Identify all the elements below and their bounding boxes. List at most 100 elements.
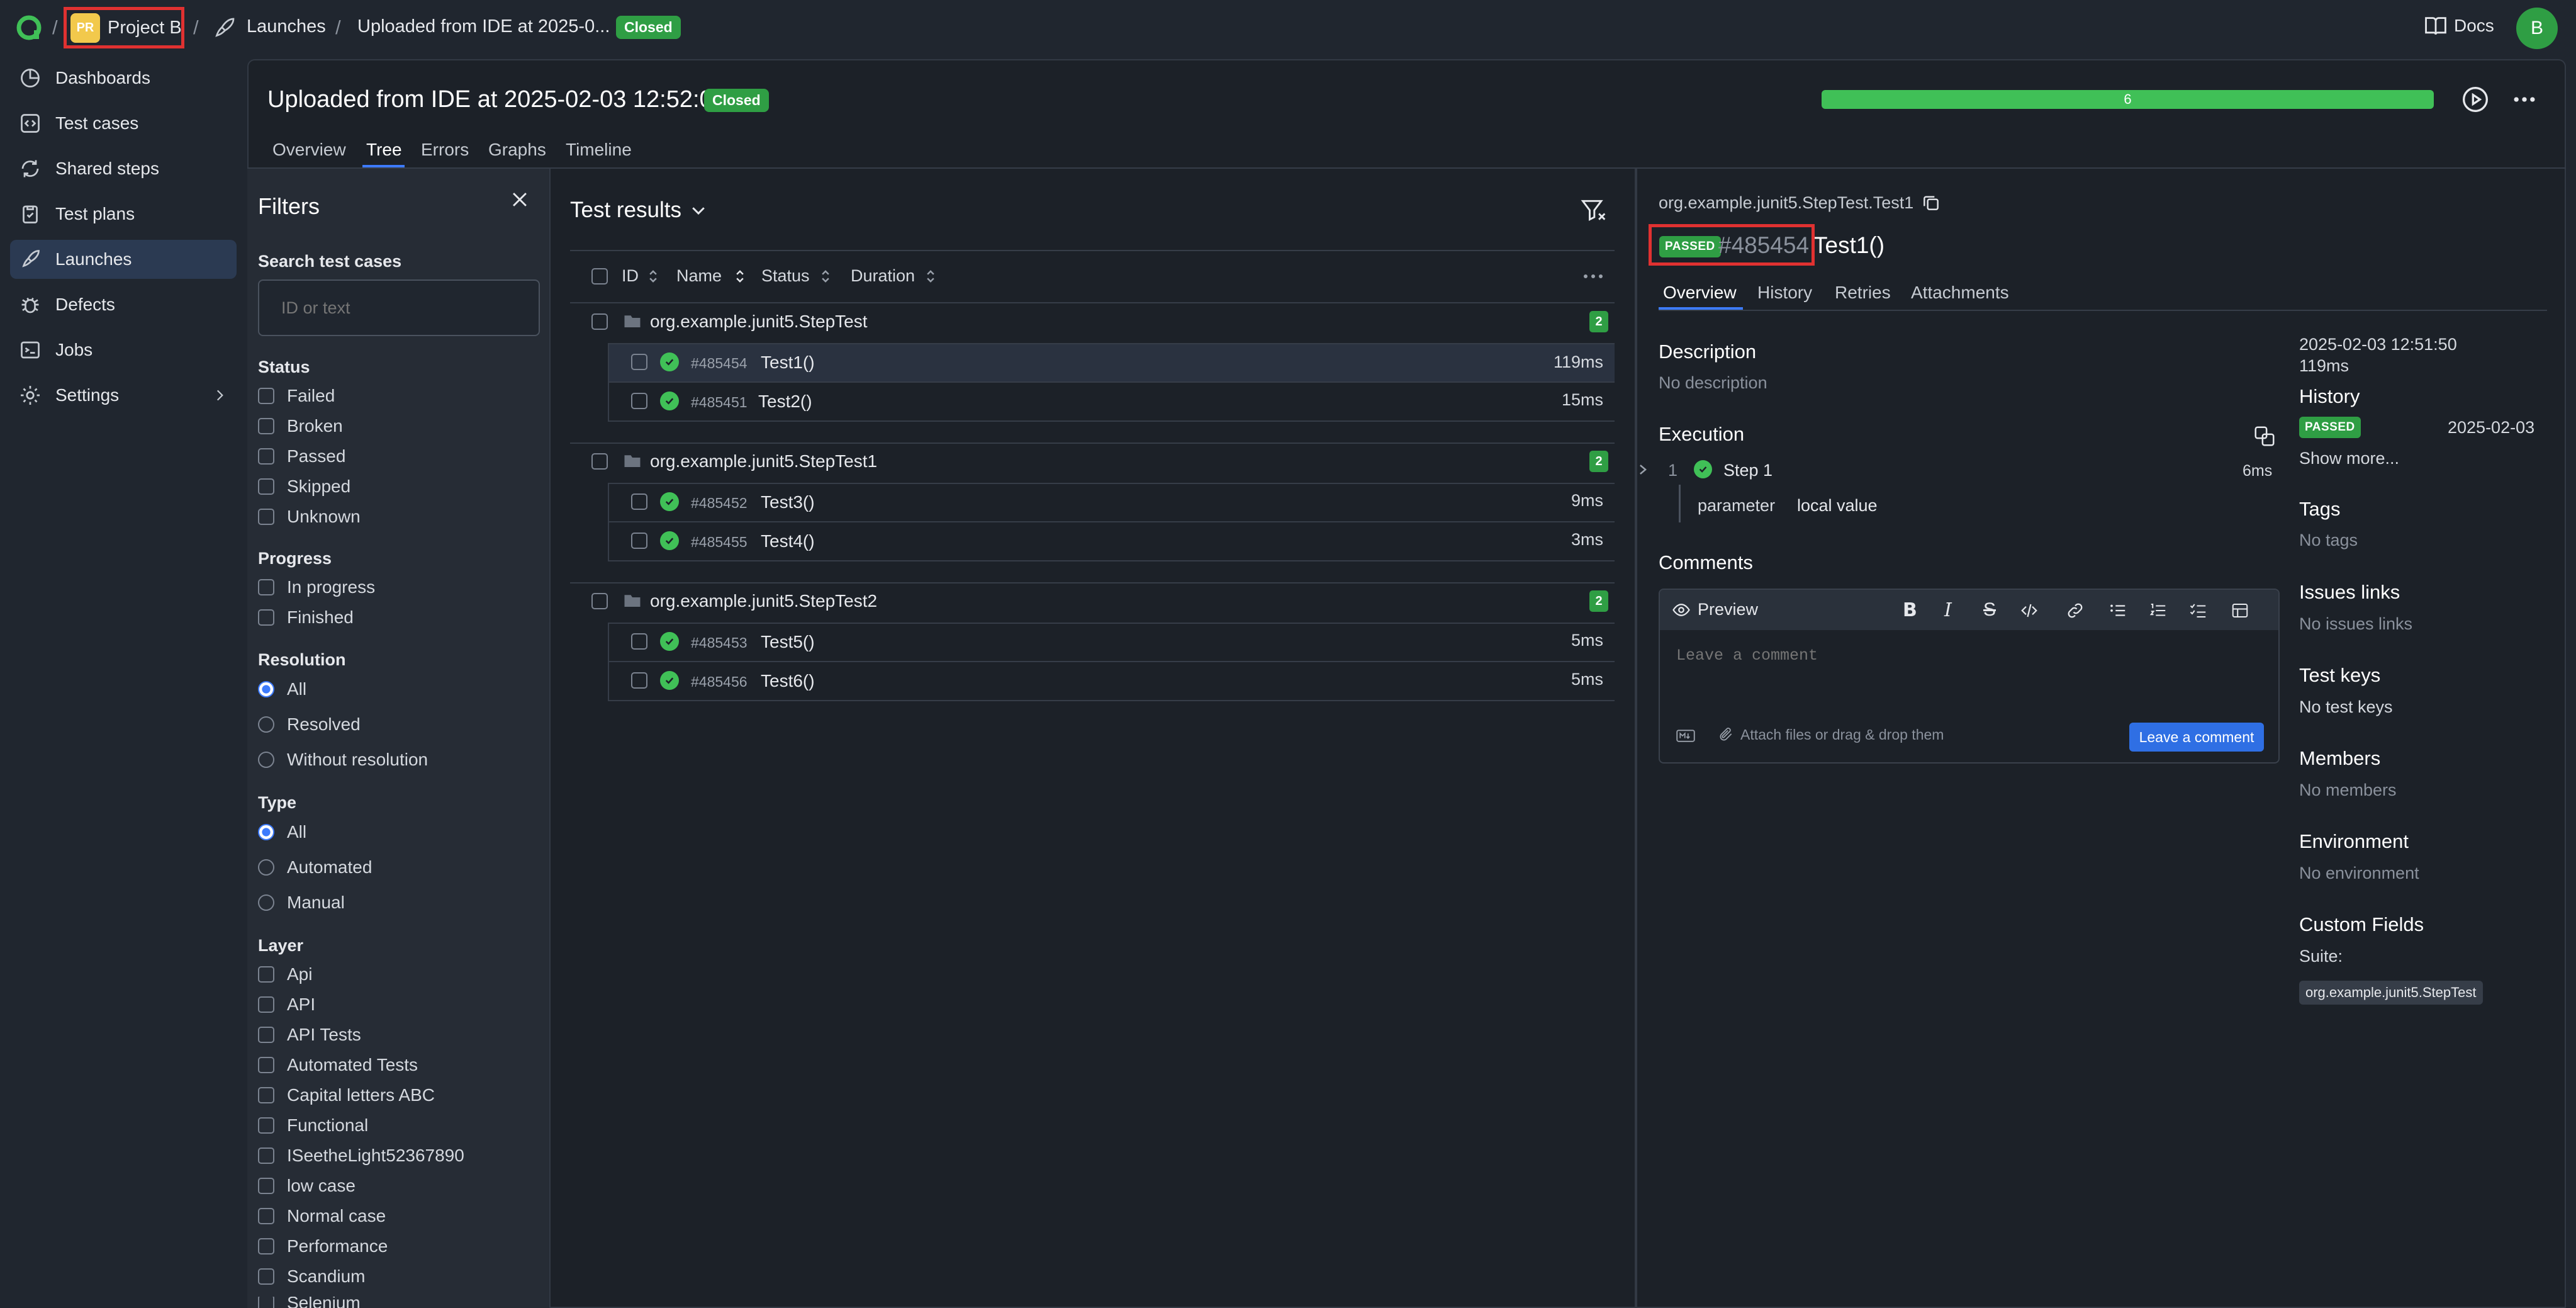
task-list-icon[interactable]	[2188, 601, 2209, 620]
test-results-header[interactable]: Test results	[570, 198, 708, 223]
radio[interactable]	[258, 824, 274, 840]
status-option-broken[interactable]: Broken	[258, 416, 343, 436]
checkbox[interactable]	[258, 388, 274, 404]
more-options-icon[interactable]	[1582, 268, 1604, 285]
status-option-passed[interactable]: Passed	[258, 446, 345, 466]
radio[interactable]	[258, 752, 274, 768]
tab-errors[interactable]: Errors	[421, 140, 469, 160]
group-name[interactable]: org.example.junit5.StepTest2	[650, 591, 877, 611]
layer-option[interactable]: Performance	[258, 1236, 388, 1256]
radio[interactable]	[258, 681, 274, 697]
chevron-right-icon[interactable]	[1637, 463, 1649, 476]
step-name[interactable]: Step 1	[1723, 461, 1772, 480]
status-option-skipped[interactable]: Skipped	[258, 476, 350, 497]
checkbox[interactable]	[258, 1147, 274, 1164]
row-checkbox[interactable]	[631, 354, 647, 370]
layer-option[interactable]: Normal case	[258, 1206, 386, 1226]
column-duration[interactable]: Duration	[851, 266, 938, 286]
group-checkbox[interactable]	[591, 313, 608, 330]
checkbox[interactable]	[258, 418, 274, 434]
detail-tab-retries[interactable]: Retries	[1835, 283, 1891, 303]
checkbox[interactable]	[258, 1087, 274, 1103]
table-icon[interactable]	[2230, 601, 2250, 620]
sidebar-item-dashboards[interactable]: Dashboards	[10, 59, 237, 98]
progress-option-in-progress[interactable]: In progress	[258, 577, 375, 597]
user-avatar[interactable]: B	[2516, 8, 2558, 49]
radio[interactable]	[258, 716, 274, 733]
sidebar-item-launches[interactable]: Launches	[10, 240, 237, 279]
status-option-unknown[interactable]: Unknown	[258, 507, 361, 527]
layer-option[interactable]: API Tests	[258, 1025, 361, 1045]
resolution-option-all[interactable]: All	[258, 679, 306, 699]
layer-option[interactable]: Selenium	[258, 1297, 361, 1308]
attach-files[interactable]: Attach files or drag & drop them	[1718, 726, 1944, 743]
column-id[interactable]: ID	[622, 266, 660, 286]
checkbox[interactable]	[258, 579, 274, 595]
row-checkbox[interactable]	[631, 672, 647, 689]
tab-overview[interactable]: Overview	[272, 140, 346, 160]
strikethrough-icon[interactable]: S	[1983, 599, 1996, 621]
layer-option[interactable]: Functional	[258, 1115, 368, 1136]
numbered-list-icon[interactable]	[2148, 601, 2168, 620]
test-name[interactable]: Test3()	[761, 492, 815, 512]
test-name[interactable]: Test4()	[761, 531, 815, 551]
group-checkbox[interactable]	[591, 453, 608, 470]
progress-option-finished[interactable]: Finished	[258, 607, 354, 628]
sidebar-item-jobs[interactable]: Jobs	[10, 330, 237, 369]
checkbox[interactable]	[258, 1238, 274, 1254]
sidebar-item-test-plans[interactable]: Test plans	[10, 195, 237, 234]
code-icon[interactable]	[2019, 601, 2040, 620]
group-name[interactable]: org.example.junit5.StepTest	[650, 312, 868, 332]
radio[interactable]	[258, 859, 274, 876]
test-name[interactable]: Test2()	[758, 392, 812, 412]
panel-splitter[interactable]	[1635, 169, 1637, 1308]
checkbox[interactable]	[258, 996, 274, 1013]
layer-option[interactable]: ISeetheLight52367890	[258, 1146, 464, 1166]
radio[interactable]	[258, 894, 274, 911]
italic-icon[interactable]: I	[1944, 599, 1952, 621]
group-checkbox[interactable]	[591, 593, 608, 609]
bold-icon[interactable]: B	[1903, 599, 1917, 621]
layer-option[interactable]: Scandium	[258, 1266, 366, 1287]
close-icon[interactable]	[509, 189, 530, 210]
checkbox[interactable]	[258, 1178, 274, 1194]
layer-option[interactable]: Automated Tests	[258, 1055, 418, 1075]
row-checkbox[interactable]	[631, 633, 647, 650]
row-checkbox[interactable]	[631, 493, 647, 510]
tab-timeline[interactable]: Timeline	[566, 140, 632, 160]
checkbox[interactable]	[258, 1268, 274, 1285]
detail-tab-attachments[interactable]: Attachments	[1911, 283, 2009, 303]
type-option-manual[interactable]: Manual	[258, 893, 345, 913]
comment-textarea[interactable]	[1660, 630, 2278, 706]
checkbox[interactable]	[258, 1027, 274, 1043]
docs-link[interactable]: Docs	[2424, 15, 2494, 37]
checkbox[interactable]	[258, 1057, 274, 1073]
tab-tree[interactable]: Tree	[366, 140, 402, 160]
link-icon[interactable]	[2065, 601, 2085, 620]
column-status[interactable]: Status	[761, 266, 832, 286]
group-name[interactable]: org.example.junit5.StepTest1	[650, 451, 877, 471]
layer-option[interactable]: Api	[258, 964, 312, 984]
test-name[interactable]: Test6()	[761, 671, 815, 691]
sidebar-item-defects[interactable]: Defects	[10, 285, 237, 324]
type-option-all[interactable]: All	[258, 822, 306, 842]
resolution-option-without[interactable]: Without resolution	[258, 750, 428, 770]
app-logo-icon[interactable]	[15, 14, 43, 42]
checkbox[interactable]	[258, 966, 274, 983]
checkbox[interactable]	[258, 1208, 274, 1224]
expand-steps-icon[interactable]	[2253, 424, 2276, 448]
detail-tab-history[interactable]: History	[1757, 283, 1812, 303]
test-name[interactable]: Test5()	[761, 632, 815, 652]
checkbox[interactable]	[258, 609, 274, 626]
select-all-checkbox[interactable]	[591, 268, 608, 285]
column-name[interactable]: Name	[676, 266, 747, 286]
status-option-failed[interactable]: Failed	[258, 386, 335, 406]
play-icon[interactable]	[2461, 86, 2489, 113]
tab-graphs[interactable]: Graphs	[488, 140, 546, 160]
row-checkbox[interactable]	[631, 533, 647, 549]
layer-option[interactable]: API	[258, 995, 315, 1015]
type-option-automated[interactable]: Automated	[258, 857, 372, 877]
show-more-link[interactable]: Show more...	[2299, 449, 2399, 468]
resolution-option-resolved[interactable]: Resolved	[258, 714, 361, 735]
more-options-icon[interactable]	[2511, 86, 2538, 113]
